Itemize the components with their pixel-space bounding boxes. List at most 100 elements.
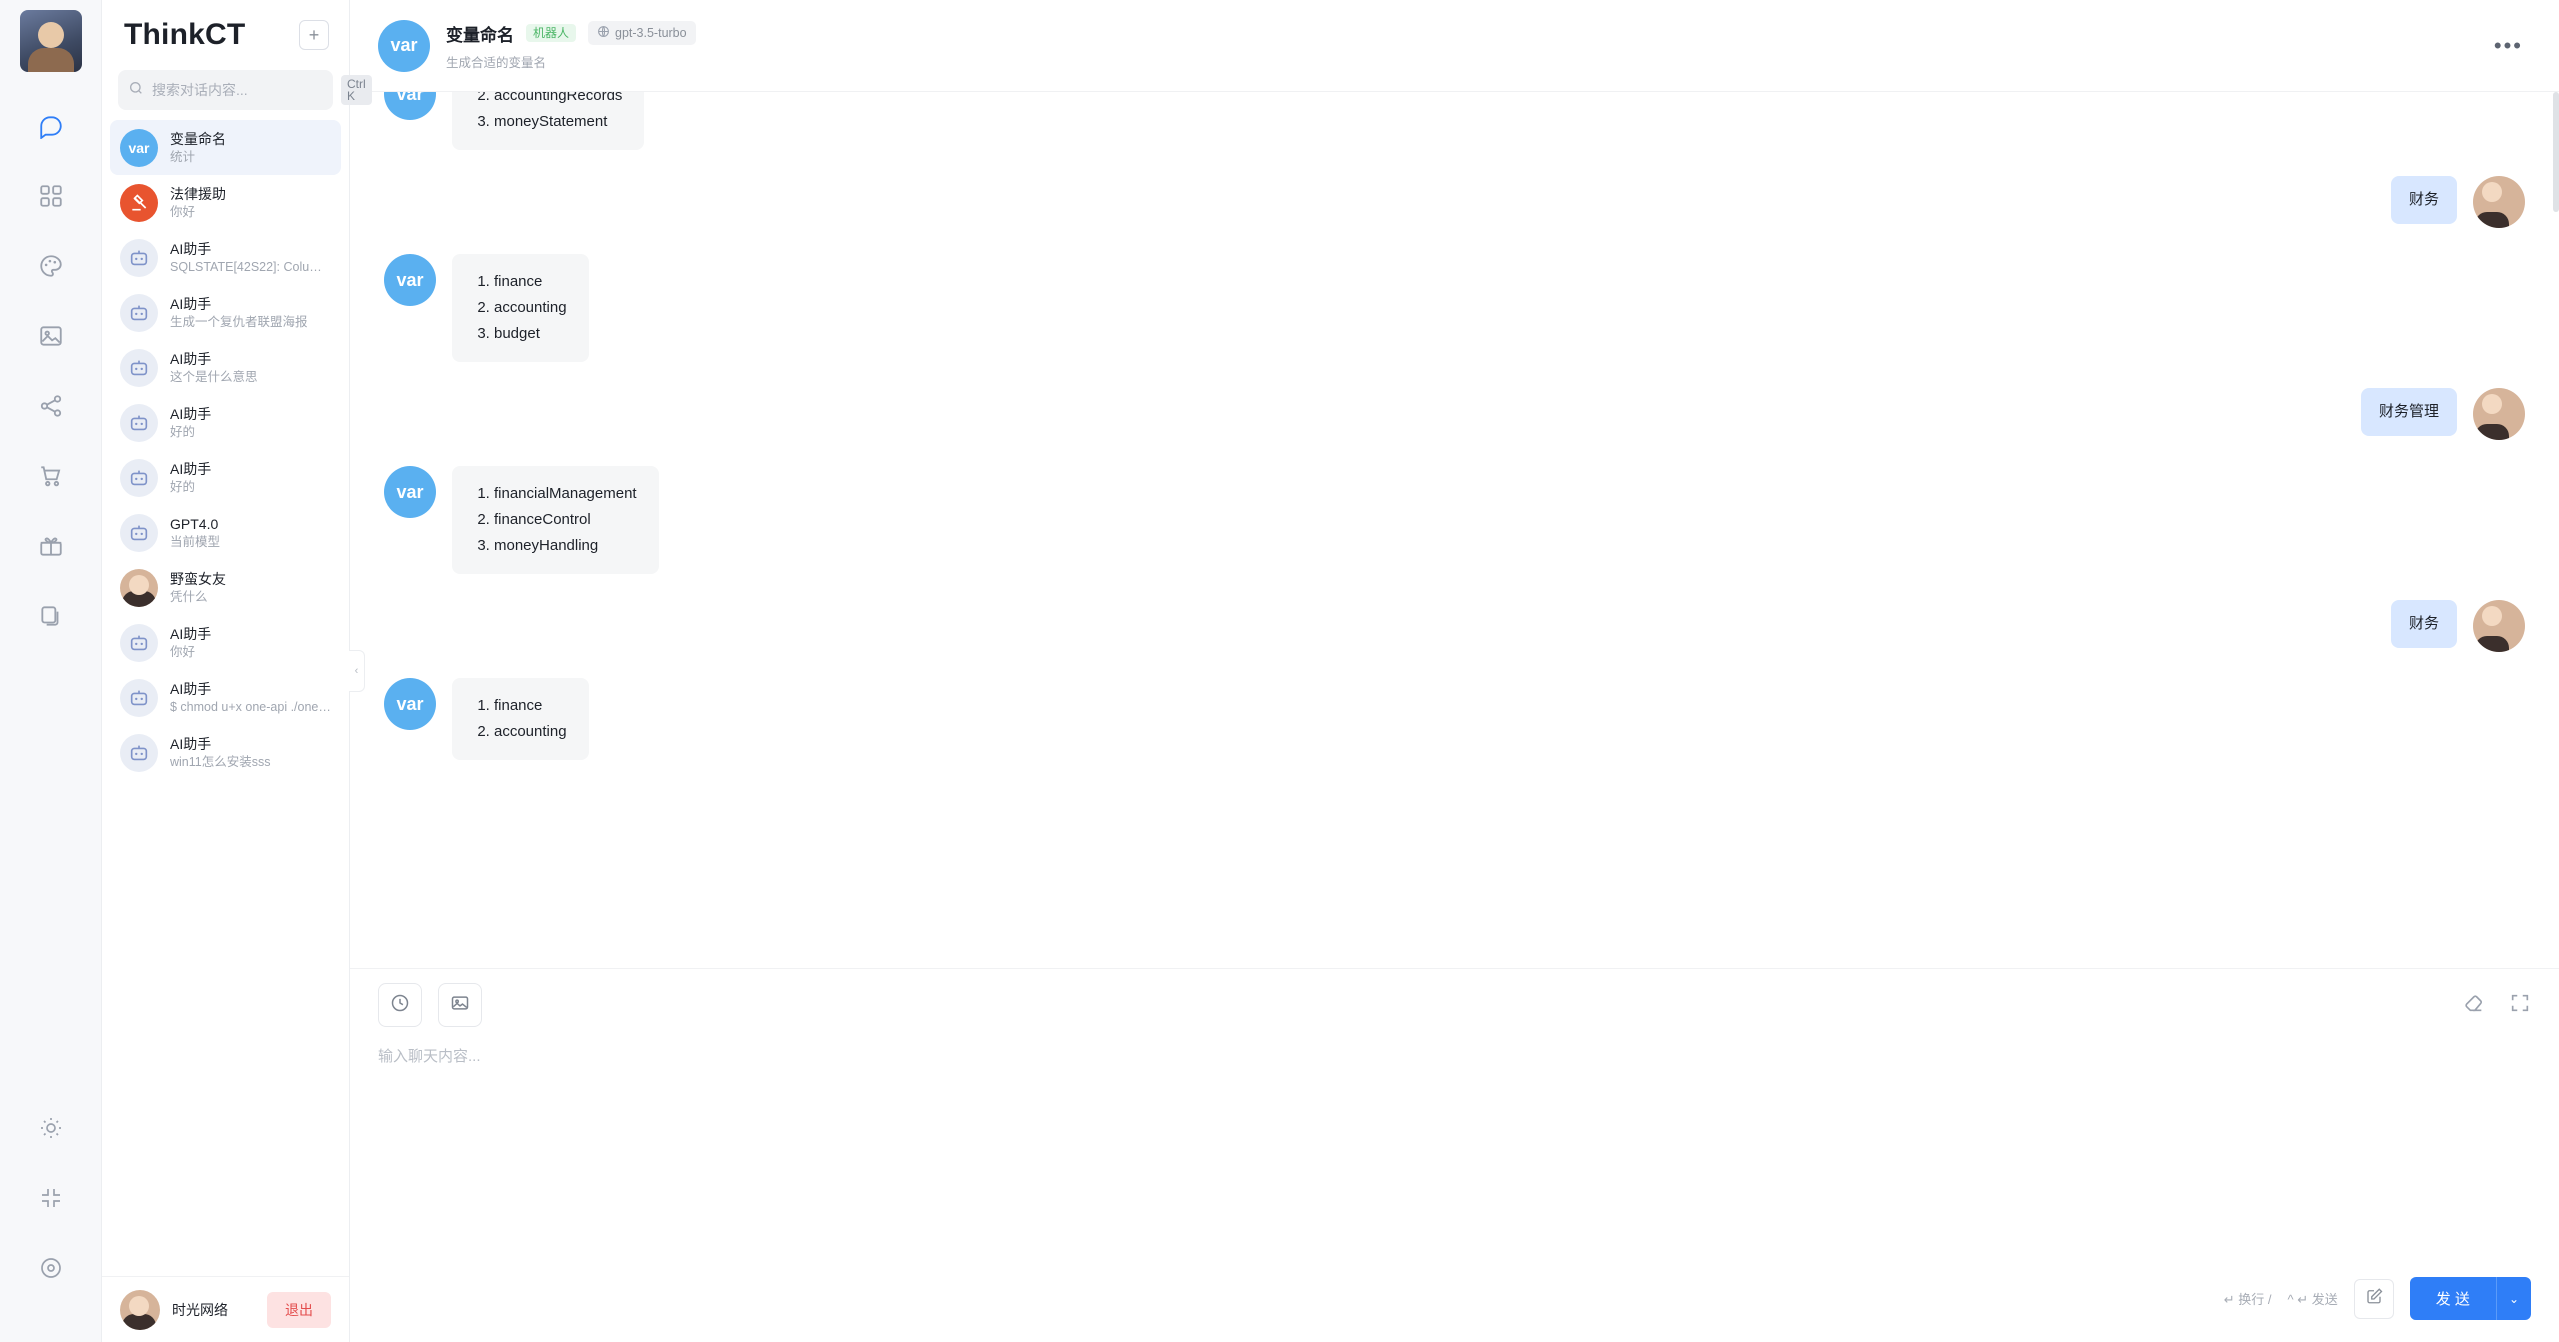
history-button[interactable] [378, 983, 422, 1027]
conversation-item-11[interactable]: AI助手 win11怎么安装sss [110, 725, 341, 780]
conversation-item-1[interactable]: 法律援助 你好 [110, 175, 341, 230]
gift-icon [38, 533, 64, 559]
avatar-legal [120, 183, 158, 222]
hint-send: ^ ↵ 发送 [2287, 1289, 2337, 1308]
list-item: budget [494, 322, 567, 346]
fullscreen-button[interactable] [2509, 992, 2531, 1019]
model-badge[interactable]: gpt-3.5-turbo [588, 21, 696, 45]
conversation-name: AI助手 [170, 680, 212, 697]
message-input[interactable]: 输入聊天内容... [350, 1027, 2559, 1277]
conversation-item-2[interactable]: AI助手 SQLSTATE[42S22]: Column not found:… [110, 230, 341, 285]
rail-item-share[interactable] [25, 380, 77, 432]
conversation-preview: 生成一个复仇者联盟海报 [170, 314, 308, 329]
list-item: moneyStatement [494, 110, 622, 134]
conversation-item-6[interactable]: AI助手 好的 [110, 450, 341, 505]
rail-item-cart[interactable] [25, 450, 77, 502]
chat-header: var 变量命名 机器人 gpt-3.5-turbo 生成合适的变量名 ••• [350, 0, 2559, 92]
conversation-preview: 你好 [170, 204, 196, 219]
composer-toolbar [350, 969, 2559, 1027]
conversation-preview: 当前模型 [170, 534, 221, 549]
message-scrollbar[interactable] [2553, 92, 2559, 212]
composer-toolbar-right [2463, 992, 2531, 1019]
rail-icon-list [25, 100, 77, 642]
clear-button[interactable] [2463, 992, 2485, 1019]
message-row: 财务 [384, 600, 2525, 652]
message-row: var finance accounting [384, 678, 2525, 760]
send-options-button[interactable]: ⌄ [2495, 1277, 2531, 1320]
copy-icon [38, 603, 64, 629]
list-item: finance [494, 270, 567, 294]
avatar-bot [120, 678, 158, 717]
more-options-icon[interactable]: ••• [2486, 29, 2531, 63]
avatar: var [120, 128, 158, 167]
search-input[interactable] [152, 82, 333, 98]
hint-send-label: 发送 [2311, 1292, 2338, 1307]
new-conversation-button[interactable]: + [299, 20, 329, 50]
conversation-name: 野蛮女友 [170, 570, 226, 587]
message-avatar: var [384, 466, 436, 518]
search-box[interactable]: Ctrl K [118, 70, 372, 110]
sidebar-collapse-handle[interactable]: ‹ [349, 650, 365, 692]
rail-item-image[interactable] [25, 310, 77, 362]
rail-item-collapse[interactable] [25, 1172, 77, 1224]
conversation-item-9[interactable]: AI助手 你好 [110, 615, 341, 670]
avatar-bot [120, 513, 158, 552]
message-row: 财务管理 [384, 388, 2525, 440]
compose-toggle-button[interactable] [2353, 1278, 2394, 1319]
avatar-bot [120, 348, 158, 387]
conversation-item-8[interactable]: 野蛮女友 凭什么 [110, 560, 341, 615]
footer-user-name: 时光网络 [172, 1301, 228, 1318]
app-root: ThinkCT + Ctrl K var 变量命名 统计 [0, 0, 2559, 1342]
list-item: financeControl [494, 508, 637, 532]
rail-item-brightness[interactable] [25, 1102, 77, 1154]
user-avatar[interactable] [19, 10, 82, 72]
chevron-down-icon: ⌄ [2508, 1291, 2519, 1306]
message-composer: 输入聊天内容... ↵ 换行 / ^ ↵ 发送 发 送 ⌄ [350, 968, 2559, 1342]
rail-item-settings[interactable] [25, 1242, 77, 1294]
message-bubble: finance accounting [452, 678, 589, 760]
conversation-name: AI助手 [170, 405, 212, 422]
rail-bottom-icons [25, 1102, 77, 1342]
conversation-item-4[interactable]: AI助手 这个是什么意思 [110, 340, 341, 395]
conversation-preview: 统计 [170, 149, 196, 164]
list-item: accountingRecords [494, 92, 622, 108]
conversation-item-5[interactable]: AI助手 好的 [110, 395, 341, 450]
avatar-bot [120, 403, 158, 442]
sidebar-footer: 时光网络 退出 [102, 1276, 349, 1342]
composer-footer: ↵ 换行 / ^ ↵ 发送 发 送 ⌄ [350, 1277, 2559, 1342]
icon-rail [0, 0, 102, 1342]
conversation-item-3[interactable]: AI助手 生成一个复仇者联盟海报 [110, 285, 341, 340]
rail-item-palette[interactable] [25, 240, 77, 292]
footer-avatar[interactable] [120, 1289, 160, 1330]
message-bubble: financialManagement financeControl money… [452, 466, 659, 574]
message-list: var accountingRecords moneyStatement 财务 … [350, 92, 2559, 968]
settings-icon [39, 1256, 63, 1280]
conversation-name: AI助手 [170, 295, 212, 312]
conversation-preview: win11怎么安装sss [170, 754, 271, 769]
chat-header-avatar: var [378, 19, 430, 72]
rail-item-apps[interactable] [25, 170, 77, 222]
collapse-icon [39, 1186, 63, 1210]
logout-button[interactable]: 退出 [267, 1291, 331, 1328]
avatar-photo [120, 568, 158, 607]
image-upload-button[interactable] [438, 983, 482, 1027]
conversation-item-7[interactable]: GPT4.0 当前模型 [110, 505, 341, 560]
conversation-item-10[interactable]: AI助手 $ chmod u+x one-api ./one-api --por… [110, 670, 341, 725]
message-row: var finance accounting budget [384, 254, 2525, 362]
rail-item-copy[interactable] [25, 590, 77, 642]
rail-item-gift[interactable] [25, 520, 77, 572]
rail-item-chat[interactable] [25, 100, 77, 152]
enter-key-icon-2: ↵ [2297, 1292, 2309, 1307]
conversation-list[interactable]: var 变量命名 统计 法律援助 你好 AI助手 SQLSTATE[42S22]… [102, 120, 349, 1276]
palette-icon [38, 253, 64, 279]
list-item: accounting [494, 720, 567, 744]
chat-subtitle: 生成合适的变量名 [446, 55, 547, 70]
enter-key-icon: ↵ [2223, 1292, 2235, 1307]
conversation-item-0[interactable]: var 变量命名 统计 [110, 120, 341, 175]
send-button[interactable]: 发 送 [2409, 1277, 2496, 1320]
message-row: var accountingRecords moneyStatement [384, 92, 2525, 150]
conversation-name: AI助手 [170, 625, 212, 642]
conversation-name: GPT4.0 [170, 515, 219, 532]
message-row: var financialManagement financeControl m… [384, 466, 2525, 574]
conversation-name: AI助手 [170, 240, 212, 257]
